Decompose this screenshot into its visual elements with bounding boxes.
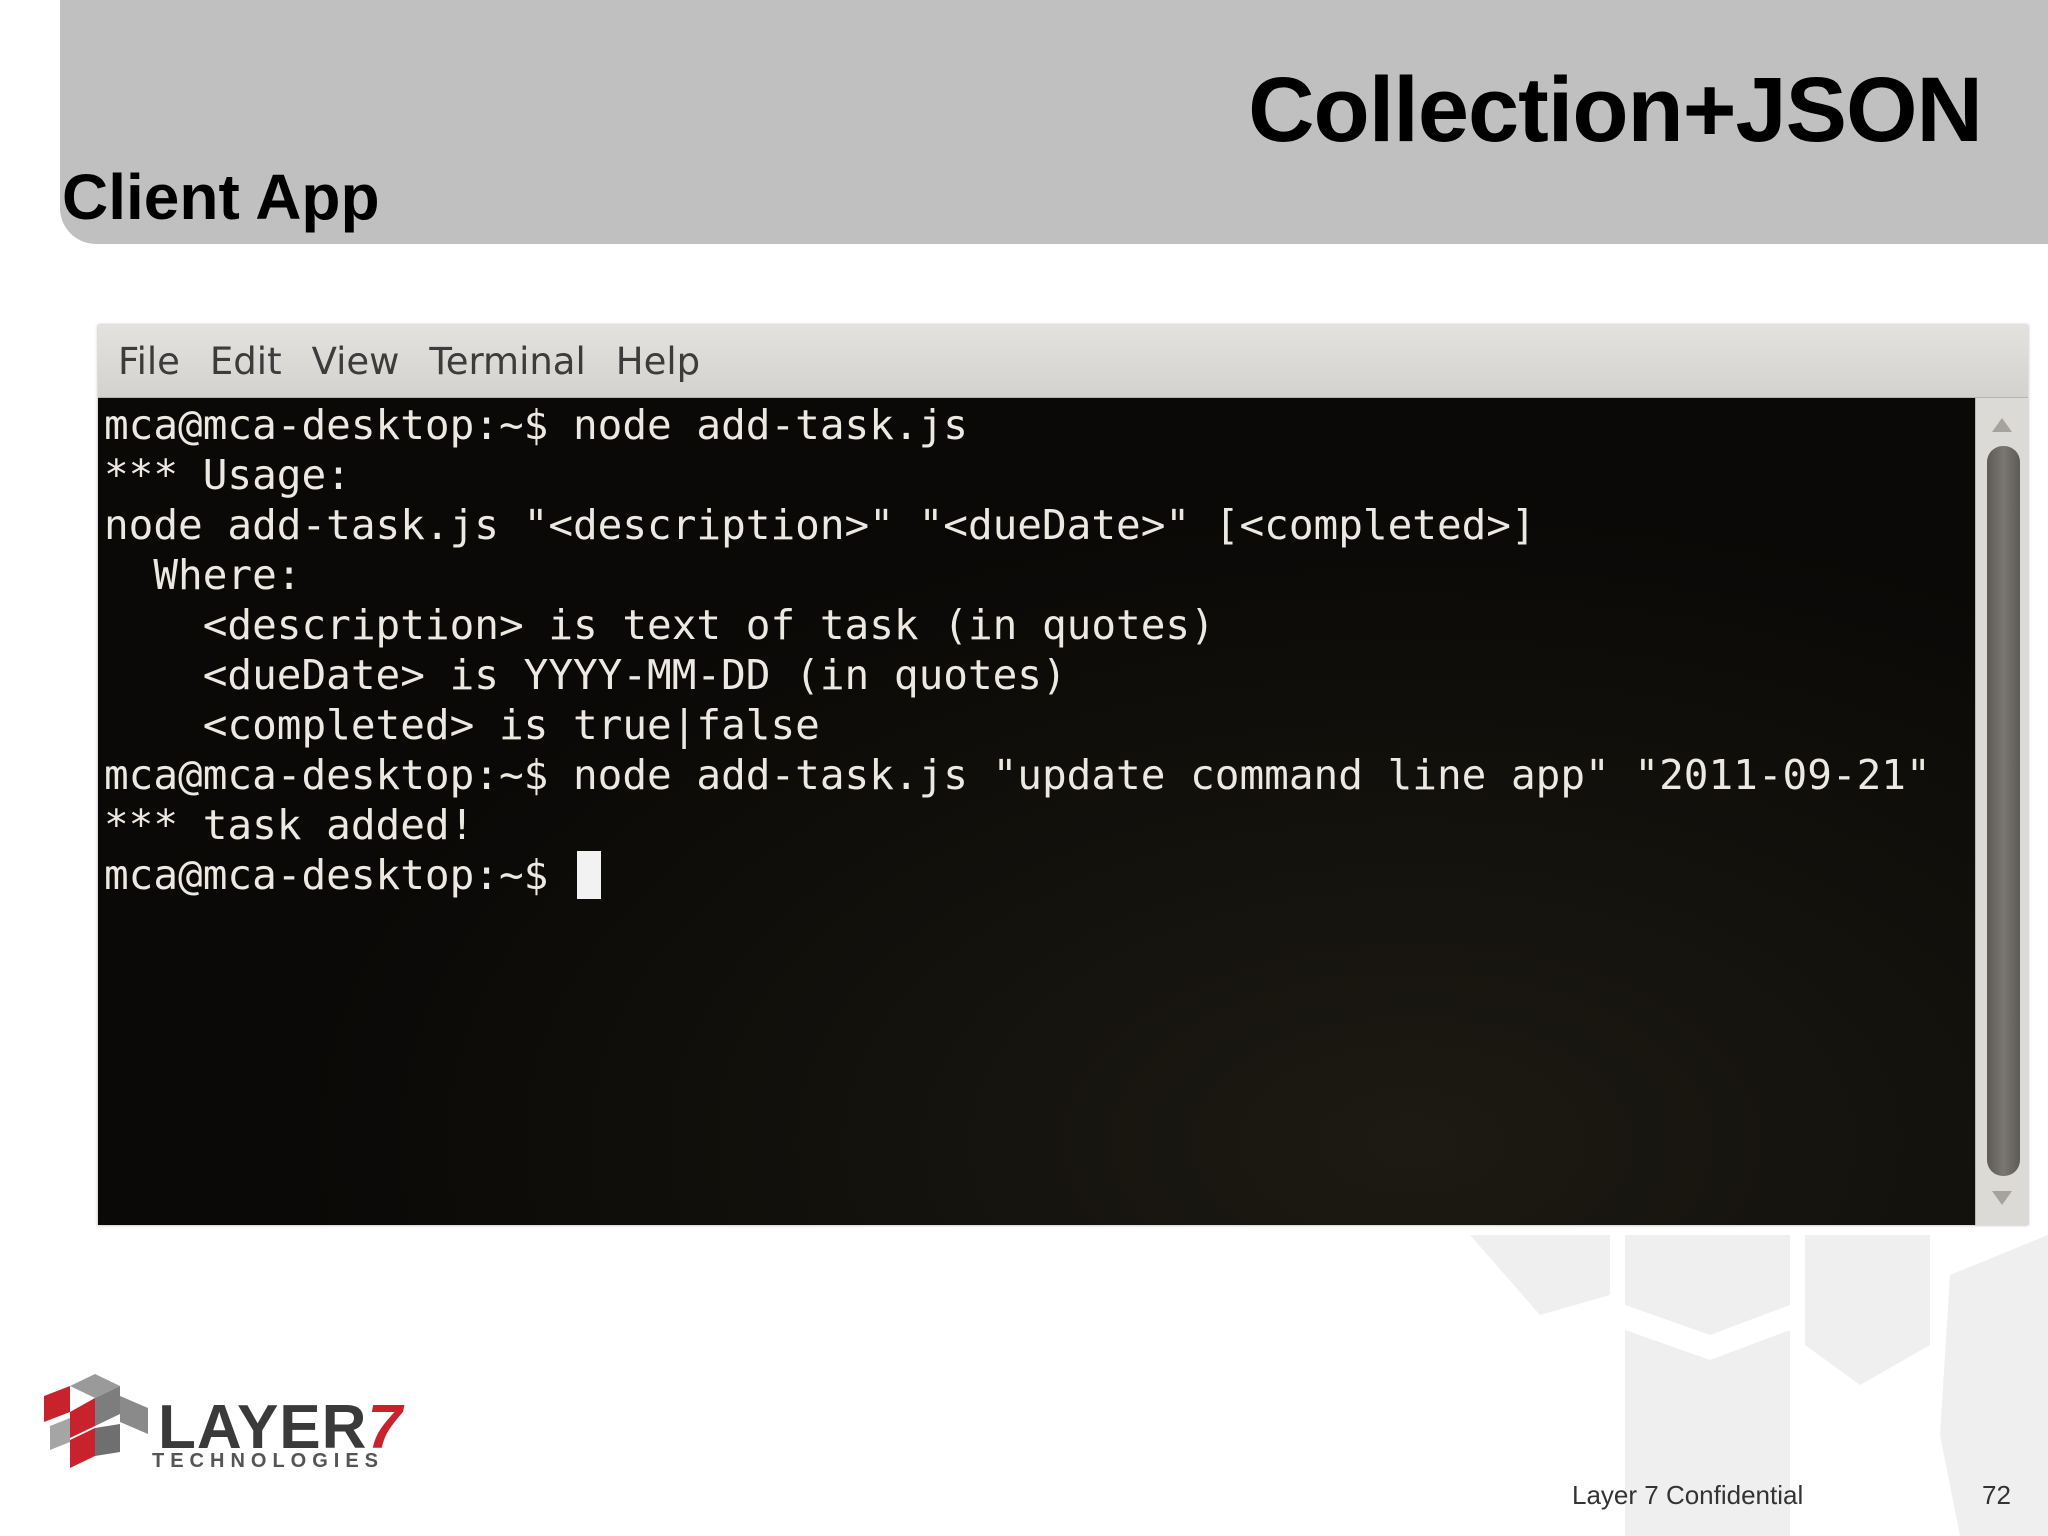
terminal-line: mca@mca-desktop:~$ node add-task.js "upd…: [104, 751, 1931, 799]
slide-subtitle: Client App: [62, 161, 380, 233]
terminal-scrollbar[interactable]: [1975, 398, 2029, 1225]
scroll-down-icon[interactable]: [1992, 1191, 2012, 1205]
terminal-menubar: File Edit View Terminal Help: [98, 325, 2028, 398]
terminal-line: node add-task.js "<description>" "<dueDa…: [104, 501, 1536, 549]
terminal-line: <dueDate> is YYYY-MM-DD (in quotes): [104, 651, 1067, 699]
scroll-up-icon[interactable]: [1992, 418, 2012, 432]
terminal-window: File Edit View Terminal Help mca@mca-des…: [98, 325, 2029, 1225]
terminal-line: <description> is text of task (in quotes…: [104, 601, 1215, 649]
menu-view[interactable]: View: [312, 340, 400, 383]
menu-edit[interactable]: Edit: [210, 340, 282, 383]
logo-tagline: TECHNOLOGIES: [152, 1450, 385, 1472]
footer-confidential: Layer 7 Confidential: [1572, 1480, 1804, 1510]
menu-terminal[interactable]: Terminal: [429, 340, 585, 383]
terminal-line: <completed> is true|false: [104, 701, 820, 749]
terminal-line: *** task added!: [104, 801, 475, 849]
scrollbar-thumb[interactable]: [1987, 446, 2020, 1176]
terminal-prompt: mca@mca-desktop:~$: [104, 851, 573, 899]
page-number: 72: [1982, 1480, 2011, 1510]
terminal-cursor: [577, 851, 601, 899]
slide-title: Collection+JSON: [1248, 59, 1983, 161]
menu-help[interactable]: Help: [616, 340, 700, 383]
terminal-prompt-line: mca@mca-desktop:~$: [104, 850, 601, 900]
menu-file[interactable]: File: [118, 340, 180, 383]
terminal-screen[interactable]: mca@mca-desktop:~$ node add-task.js *** …: [98, 398, 1975, 1225]
terminal-line: mca@mca-desktop:~$ node add-task.js: [104, 401, 968, 449]
terminal-line: Where:: [104, 551, 302, 599]
terminal-line: *** Usage:: [104, 451, 351, 499]
